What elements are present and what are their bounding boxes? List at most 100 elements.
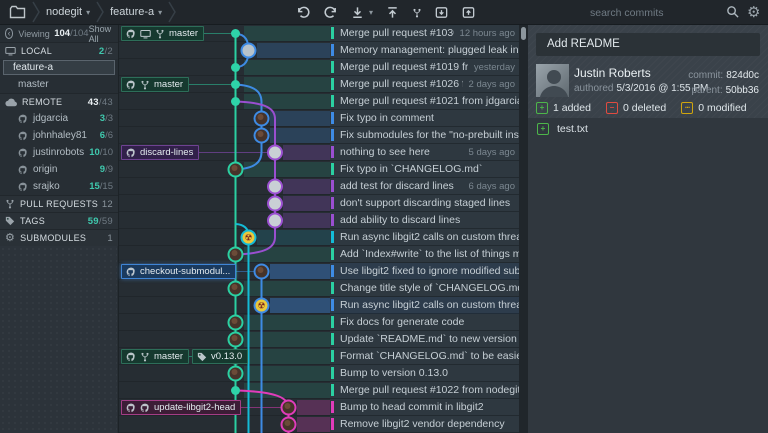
sidebar-item-jdgarcia[interactable]: jdgarcia3/3 [0, 110, 118, 127]
item-label: johnhaley81 [33, 130, 87, 141]
sidebar-empty-area [0, 246, 117, 433]
commit-dot-node[interactable] [231, 80, 240, 89]
push-icon[interactable] [385, 5, 400, 20]
search-icon[interactable] [726, 5, 739, 23]
repo-selector[interactable]: nodegit ▾ [46, 6, 90, 18]
commit-row[interactable]: Fix docs for generate code [330, 314, 519, 331]
pull-options-caret-icon[interactable]: ▾ [369, 8, 373, 17]
commit-dot-node[interactable] [231, 63, 240, 72]
commit-row[interactable]: Merge pull request #1030 from s...12 hou… [330, 25, 519, 42]
commit-row[interactable]: Format `CHANGELOG.md` to be easier to li… [330, 348, 519, 365]
commit-row[interactable]: nothing to see here5 days ago [330, 144, 519, 161]
github-icon [140, 403, 150, 413]
commit-row[interactable]: Run async libgit2 calls on custom thread… [330, 297, 519, 314]
branch-label-chip[interactable]: master [121, 77, 189, 92]
sidebar-item-origin[interactable]: origin9/9 [0, 161, 118, 178]
tag-icon [5, 216, 15, 226]
commit-row[interactable]: don't support discarding staged lines [330, 195, 519, 212]
branch-label-chip[interactable]: master [121, 26, 204, 41]
stash-icon[interactable] [434, 5, 449, 20]
commit-row[interactable]: add ability to discard lines [330, 212, 519, 229]
branch-label-chip[interactable]: checkout-submodul... [121, 264, 236, 279]
branch-label[interactable]: masterv0.13.0 [121, 349, 248, 364]
commit-row[interactable]: Fix typo in `CHANGELOG.md` [330, 161, 519, 178]
folder-icon[interactable] [9, 5, 26, 19]
branch-label[interactable]: checkout-submodul... [121, 264, 236, 279]
commit-avatar-node[interactable] [268, 197, 282, 211]
item-count: 15/15 [89, 181, 113, 192]
commit-dot-node[interactable] [231, 29, 240, 38]
commit-row[interactable]: Run async libgit2 calls on custom thread… [330, 229, 519, 246]
commit-avatar-node[interactable] [268, 146, 282, 160]
sidebar-item-master[interactable]: master [0, 76, 118, 93]
undo-icon[interactable] [296, 5, 311, 20]
branch-label-chip[interactable]: v0.13.0 [192, 349, 248, 364]
file-row[interactable]: +test.txt [528, 118, 768, 139]
branch-label-chip[interactable]: master [121, 349, 189, 364]
commit-row[interactable]: Fix typo in comment [330, 110, 519, 127]
commit-row[interactable]: Bump to head commit in libgit2 [330, 399, 519, 416]
commit-row[interactable]: Remove libgit2 vendor dependency [330, 416, 519, 433]
monitor-icon [5, 46, 16, 56]
sidebar-item-feature-a[interactable]: feature-a [3, 60, 115, 75]
commit-row[interactable]: Merge pull request #1021 from jdgarcia/d… [330, 93, 519, 110]
sidebar-item-johnhaley81[interactable]: johnhaley816/6 [0, 127, 118, 144]
branch-color-bar [331, 214, 334, 226]
commit-graph[interactable]: ☢☢mastermasterdiscard-linescheckout-subm… [119, 25, 330, 433]
commit-row[interactable]: Change title style of `CHANGELOG.md` [330, 280, 519, 297]
collapse-sidebar-icon[interactable]: ‹ [5, 28, 13, 39]
deleted-icon: − [606, 102, 618, 114]
commit-summary-title[interactable]: Add README [536, 33, 760, 56]
commit-row[interactable]: Use libgit2 fixed to ignore modified sub… [330, 263, 519, 280]
stat-modified: ···0 modified [681, 102, 746, 114]
sidebar-section-pull-requests[interactable]: PULL REQUESTS12 [0, 195, 118, 212]
branch-label[interactable]: master [121, 77, 189, 92]
commit-row[interactable]: Merge pull request #1019 from srajk...ye… [330, 59, 519, 76]
commit-row[interactable]: Bump to version 0.13.0 [330, 365, 519, 382]
branch-label[interactable]: update-libgit2-head [121, 400, 241, 415]
branch-color-bar [331, 418, 334, 430]
branch-label[interactable]: master [121, 26, 204, 41]
settings-gear-icon[interactable]: ⚙ [747, 1, 760, 24]
redo-icon[interactable] [323, 5, 338, 20]
scrollbar-track[interactable] [519, 25, 528, 433]
commit-row[interactable]: Fix submodules for the "no-prebuilt inst… [330, 127, 519, 144]
sidebar-section-local[interactable]: LOCAL2/2 [0, 42, 118, 59]
branch-label-chip[interactable]: update-libgit2-head [121, 400, 241, 415]
section-count: 2/2 [99, 46, 113, 57]
sidebar-section-remote[interactable]: REMOTE43/43 [0, 93, 118, 110]
commit-hashes: commit:824d0c parent:50bb36 [688, 68, 759, 98]
branch-icon[interactable] [412, 8, 422, 18]
search-input[interactable] [588, 0, 720, 25]
commit-avatar-node[interactable] [268, 214, 282, 228]
pull-icon[interactable] [350, 5, 365, 20]
branch-label-text: update-libgit2-head [154, 402, 235, 413]
branch-color-bar [331, 265, 334, 277]
scrollbar-thumb[interactable] [521, 27, 526, 40]
branch-name: feature-a [110, 6, 154, 18]
commit-row[interactable]: Add `Index#write` to the list of things … [330, 246, 519, 263]
file-list: +test.txt [528, 118, 768, 433]
branch-selector[interactable]: feature-a ▾ [110, 6, 162, 18]
commit-row[interactable]: Memory management: plugged leak in fastW… [330, 42, 519, 59]
commit-row[interactable]: Update `README.md` to new version [330, 331, 519, 348]
show-all-link[interactable]: Show All [89, 24, 113, 44]
commit-avatar-node[interactable] [242, 44, 256, 58]
toolbar-actions: ▾ [296, 0, 476, 25]
sidebar-section-submodules[interactable]: ⚙SUBMODULES1 [0, 229, 118, 246]
commit-avatar-node[interactable] [268, 180, 282, 194]
commit-dot-node[interactable] [231, 386, 240, 395]
sidebar-item-justinrobots[interactable]: justinrobots10/10 [0, 144, 118, 161]
commit-row[interactable]: Merge pull request #1026 from nod...2 da… [330, 76, 519, 93]
branch-label[interactable]: discard-lines [121, 145, 199, 160]
commit-time: yesterday [474, 62, 515, 73]
commit-row[interactable]: add test for discard lines6 days ago [330, 178, 519, 195]
commit-message: Merge pull request #1022 from nodegit/as… [340, 384, 519, 396]
branch-icon [5, 199, 15, 209]
sidebar-section-tags[interactable]: TAGS59/59 [0, 212, 118, 229]
commit-dot-node[interactable] [231, 97, 240, 106]
pop-icon[interactable] [461, 5, 476, 20]
branch-label-chip[interactable]: discard-lines [121, 145, 199, 160]
sidebar-item-srajko[interactable]: srajko15/15 [0, 178, 118, 195]
commit-row[interactable]: Merge pull request #1022 from nodegit/as… [330, 382, 519, 399]
